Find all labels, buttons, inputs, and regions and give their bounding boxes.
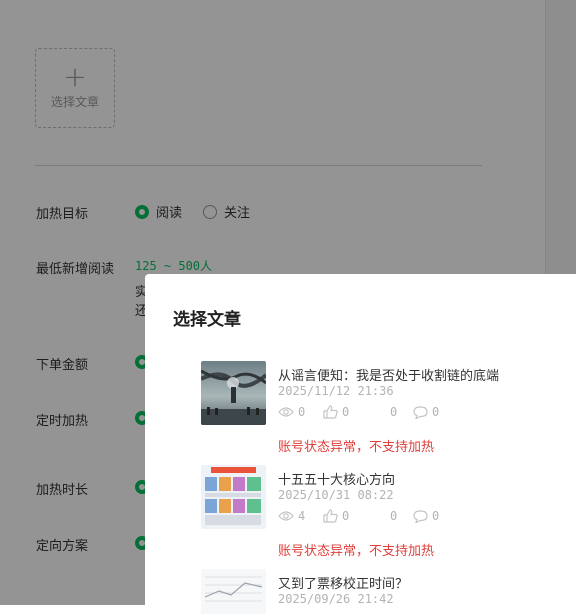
article-stats: 4 0 0 0 bbox=[278, 509, 518, 525]
article-date: 2025/10/31 08:22 bbox=[278, 488, 394, 502]
comment-icon bbox=[413, 509, 428, 523]
select-article-modal: 选择文章 从谣言便知：我是否处于收割链的底端 2025/11/12 21:36 … bbox=[145, 274, 576, 614]
comments-stat: 0 bbox=[413, 509, 439, 523]
views-stat: 4 bbox=[278, 509, 305, 523]
comments-stat: 0 bbox=[413, 405, 439, 419]
comment-icon bbox=[413, 405, 428, 419]
article-date: 2025/09/26 21:42 bbox=[278, 592, 394, 606]
shares-stat: 0 bbox=[390, 405, 398, 419]
likes-stat: 0 bbox=[323, 405, 349, 419]
likes-stat: 0 bbox=[323, 509, 349, 523]
article-title: 又到了票移校正时间？ bbox=[278, 577, 409, 592]
article-warning: 账号状态异常，不支持加热 bbox=[278, 440, 435, 455]
thumbs-up-icon bbox=[323, 405, 338, 419]
article-date: 2025/11/12 21:36 bbox=[278, 384, 394, 398]
eye-icon bbox=[278, 511, 294, 521]
shares-stat: 0 bbox=[390, 509, 398, 523]
thumbs-up-icon bbox=[323, 509, 338, 523]
article-warning: 账号状态异常，不支持加热 bbox=[278, 544, 435, 559]
article-thumbnail bbox=[201, 361, 266, 425]
article-thumbnail bbox=[201, 465, 266, 529]
article-title: 十五五十大核心方向 bbox=[278, 473, 396, 488]
article-stats: 0 0 0 0 bbox=[278, 405, 518, 421]
article-thumbnail bbox=[201, 569, 266, 614]
views-stat: 0 bbox=[278, 405, 305, 419]
article-title: 从谣言便知：我是否处于收割链的底端 bbox=[278, 369, 500, 384]
eye-icon bbox=[278, 407, 294, 417]
modal-title: 选择文章 bbox=[173, 310, 241, 330]
